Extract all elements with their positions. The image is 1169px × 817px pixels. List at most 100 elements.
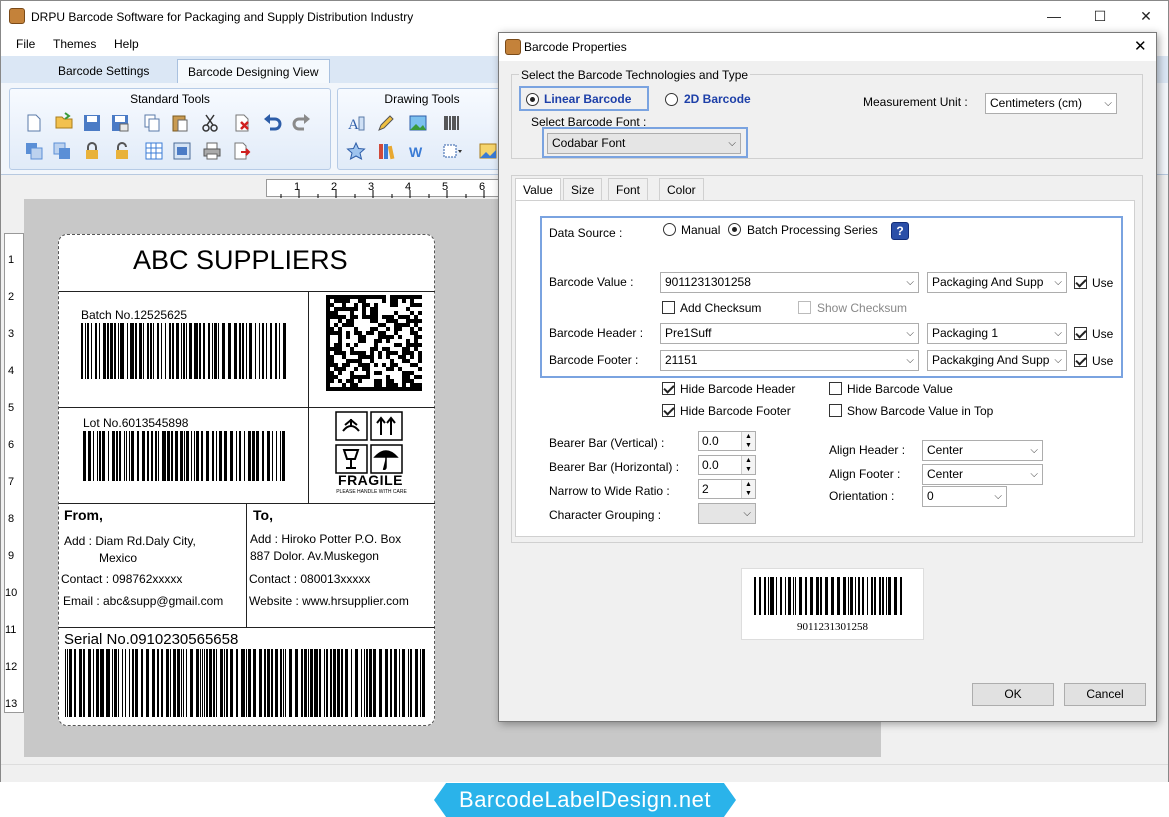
spin-down-icon[interactable]: ▼ [741, 441, 755, 450]
unlock-icon[interactable] [112, 141, 132, 161]
subtab-font[interactable]: Font [608, 178, 649, 200]
add-checksum-label[interactable]: Add Checksum [680, 301, 761, 315]
fragile-symbols-icon[interactable] [335, 411, 405, 475]
manual-label[interactable]: Manual [681, 223, 720, 237]
copy-icon[interactable] [142, 113, 162, 133]
barcode-font-select[interactable]: Codabar Font ⌵ [547, 133, 741, 154]
help-icon[interactable]: ? [891, 222, 909, 240]
spin-up-icon[interactable]: ▲ [741, 480, 755, 489]
orientation-select[interactable]: 0 ⌵ [922, 486, 1007, 507]
align-header-select[interactable]: Center ⌵ [922, 440, 1043, 461]
dialog-close-icon[interactable]: ✕ [1134, 37, 1147, 55]
show-checksum-checkbox[interactable] [798, 301, 811, 314]
from-address-line1[interactable]: Add : Diam Rd.Daly City, [64, 534, 196, 548]
batch-series-radio[interactable] [728, 223, 741, 236]
export-icon[interactable] [232, 141, 252, 161]
hide-footer-checkbox[interactable] [662, 404, 675, 417]
barcode-footer-use-checkbox[interactable] [1074, 354, 1087, 367]
manual-radio[interactable] [663, 223, 676, 236]
barcode-value-select[interactable]: 9011231301258 ⌵ [660, 272, 919, 293]
barcode-header-source-select[interactable]: Packaging 1 ⌵ [927, 323, 1067, 344]
barcode-value-use-checkbox[interactable] [1074, 276, 1087, 289]
to-title[interactable]: To, [253, 507, 273, 523]
save-as-icon[interactable] [110, 113, 130, 133]
print-preview-icon[interactable] [172, 141, 192, 161]
to-address-line1[interactable]: Add : Hiroko Potter P.O. Box [250, 532, 401, 546]
close-button[interactable]: ✕ [1123, 1, 1169, 32]
subtab-value[interactable]: Value [515, 178, 561, 201]
to-website[interactable]: Website : www.hrsupplier.com [249, 594, 409, 608]
ok-button[interactable]: OK [972, 683, 1054, 706]
paste-icon[interactable] [170, 113, 190, 133]
serial-text[interactable]: Serial No.0910230565658 [64, 631, 238, 648]
new-file-icon[interactable] [24, 113, 44, 133]
show-value-top-checkbox[interactable] [829, 404, 842, 417]
lot-barcode[interactable] [83, 431, 287, 481]
batch-series-label[interactable]: Batch Processing Series [747, 223, 878, 237]
undo-icon[interactable] [262, 113, 282, 133]
horizontal-scrollbar[interactable] [1, 764, 1168, 782]
2d-barcode-label[interactable]: 2D Barcode [684, 92, 751, 106]
label-company-name[interactable]: ABC SUPPLIERS [133, 245, 348, 276]
text-tool-icon[interactable]: A [346, 113, 366, 133]
barcode-footer-source-select[interactable]: Packakging And Supp ⌵ [927, 350, 1067, 371]
2d-barcode-radio[interactable] [665, 93, 678, 106]
from-contact[interactable]: Contact : 098762xxxxx [61, 572, 182, 586]
pencil-icon[interactable] [376, 113, 396, 133]
frame-dropdown-icon[interactable] [442, 141, 462, 161]
character-grouping-select[interactable]: ⌵ [698, 503, 756, 524]
tab-barcode-designing-view[interactable]: Barcode Designing View [177, 59, 330, 83]
menu-themes[interactable]: Themes [53, 37, 96, 51]
batch-barcode[interactable] [81, 323, 287, 379]
delete-icon[interactable] [232, 113, 252, 133]
maximize-button[interactable]: ☐ [1077, 1, 1123, 32]
image-icon[interactable] [408, 113, 428, 133]
library-icon[interactable] [376, 141, 396, 161]
add-checksum-checkbox[interactable] [662, 301, 675, 314]
show-value-top-label[interactable]: Show Barcode Value in Top [847, 404, 993, 418]
cancel-button[interactable]: Cancel [1064, 683, 1146, 706]
open-folder-icon[interactable] [54, 111, 74, 131]
cut-icon[interactable] [200, 113, 220, 133]
batch-2d-barcode[interactable] [326, 295, 424, 393]
barcode-header-use-checkbox[interactable] [1074, 327, 1087, 340]
bring-front-icon[interactable] [52, 141, 72, 161]
hide-footer-label[interactable]: Hide Barcode Footer [680, 404, 791, 418]
serial-barcode[interactable] [65, 649, 429, 717]
hide-header-checkbox[interactable] [662, 382, 675, 395]
lock-icon[interactable] [82, 141, 102, 161]
barcode-tool-icon[interactable] [442, 113, 462, 133]
hide-value-label[interactable]: Hide Barcode Value [847, 382, 953, 396]
shapes-icon[interactable] [346, 141, 366, 161]
tab-barcode-settings[interactable]: Barcode Settings [48, 59, 159, 83]
to-contact[interactable]: Contact : 080013xxxxx [249, 572, 370, 586]
spin-down-icon[interactable]: ▼ [741, 465, 755, 474]
minimize-button[interactable]: — [1031, 1, 1077, 32]
measurement-unit-select[interactable]: Centimeters (cm) ⌵ [985, 93, 1117, 114]
show-checksum-label[interactable]: Show Checksum [817, 301, 907, 315]
barcode-header-select[interactable]: Pre1Suff ⌵ [660, 323, 919, 344]
align-footer-select[interactable]: Center ⌵ [922, 464, 1043, 485]
watermark-icon[interactable]: W [408, 141, 428, 161]
menu-file[interactable]: File [16, 37, 35, 51]
from-title[interactable]: From, [64, 507, 103, 523]
barcode-footer-select[interactable]: 21151 ⌵ [660, 350, 919, 371]
bearer-vertical-input[interactable]: 0.0 ▲ ▼ [698, 431, 756, 451]
fragile-text[interactable]: FRAGILE [335, 472, 406, 488]
bearer-horizontal-input[interactable]: 0.0 ▲ ▼ [698, 455, 756, 475]
save-icon[interactable] [82, 113, 102, 133]
picture-tool-icon[interactable] [478, 141, 498, 161]
fragile-subtext[interactable]: PLEASE HANDLE WITH CARE [336, 489, 407, 495]
spin-down-icon[interactable]: ▼ [741, 489, 755, 498]
spin-up-icon[interactable]: ▲ [741, 432, 755, 441]
print-icon[interactable] [202, 141, 222, 161]
from-email[interactable]: Email : abc&supp@gmail.com [63, 594, 223, 608]
hide-value-checkbox[interactable] [829, 382, 842, 395]
narrow-wide-ratio-input[interactable]: 2 ▲ ▼ [698, 479, 756, 499]
label-batch-text[interactable]: Batch No.12525625 [81, 308, 187, 322]
subtab-color[interactable]: Color [659, 178, 704, 200]
subtab-size[interactable]: Size [563, 178, 603, 200]
barcode-label[interactable]: ABC SUPPLIERS Batch No.12525625 Lot No.6… [58, 234, 435, 726]
grid-icon[interactable] [144, 141, 164, 161]
linear-barcode-label[interactable]: Linear Barcode [544, 92, 631, 106]
